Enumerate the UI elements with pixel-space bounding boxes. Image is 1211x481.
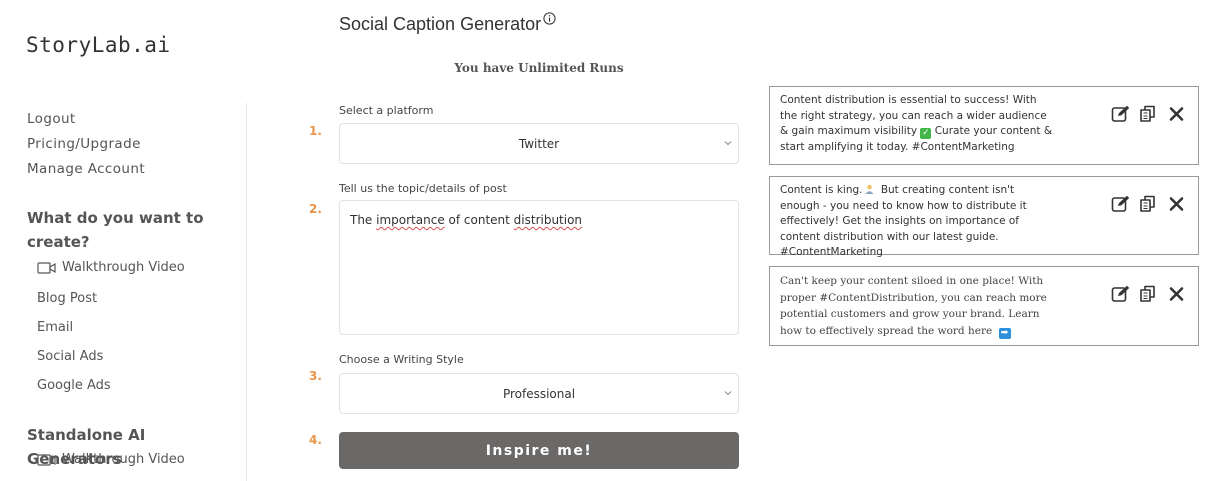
logo[interactable]: StoryLab.ai xyxy=(26,33,171,57)
close-icon[interactable] xyxy=(1167,195,1186,213)
runs-status: You have Unlimited Runs xyxy=(454,61,624,75)
create-heading: What do you want to create? xyxy=(27,206,227,254)
caption-actions xyxy=(1111,195,1186,213)
sidebar-item-google-ads[interactable]: Google Ads xyxy=(37,378,111,393)
writing-style-label: Choose a Writing Style xyxy=(339,353,464,366)
info-icon[interactable] xyxy=(543,12,556,25)
platform-label: Select a platform xyxy=(339,104,434,117)
caption-actions xyxy=(1111,105,1186,123)
sidebar-item-label: Walkthrough Video xyxy=(62,260,185,275)
sidebar-item-label: Walkthrough Video xyxy=(62,452,185,467)
writing-style-select-value: Professional xyxy=(502,386,576,401)
caption-text: Content distribution is essential to suc… xyxy=(780,93,1055,155)
step-number-1: 1. xyxy=(309,124,322,138)
platform-select[interactable]: Twitter xyxy=(339,123,739,164)
check-mark-icon: ✓ xyxy=(920,128,932,139)
step-number-3: 3. xyxy=(309,369,322,383)
create-heading-line1: What do you want to xyxy=(27,209,204,227)
inspire-me-button[interactable]: Inspire me! xyxy=(339,432,739,469)
close-icon[interactable] xyxy=(1167,105,1186,123)
caption-card-2: Content is king. But creating content is… xyxy=(769,176,1199,258)
edit-icon[interactable] xyxy=(1111,285,1130,303)
copy-icon[interactable] xyxy=(1139,195,1158,213)
chevron-down-icon xyxy=(724,141,732,146)
caption-card-3: Can't keep your content siloed in one pl… xyxy=(769,266,1199,346)
close-icon[interactable] xyxy=(1167,285,1186,303)
caption-text: Can't keep your content siloed in one pl… xyxy=(780,273,1055,339)
sidebar-item-standalone-walkthrough-video[interactable]: Walkthrough Video xyxy=(37,452,185,467)
video-camera-icon xyxy=(37,453,56,466)
topic-label: Tell us the topic/details of post xyxy=(339,182,507,195)
right-arrow-emoji-icon: ➡ xyxy=(998,327,1011,339)
sidebar-item-walkthrough-video[interactable]: Walkthrough Video xyxy=(37,260,185,275)
logout-link[interactable]: Logout xyxy=(27,111,76,127)
edit-icon[interactable] xyxy=(1111,105,1130,123)
create-heading-line2: create? xyxy=(27,233,90,251)
topic-text-part: of content xyxy=(444,213,514,227)
writing-style-select[interactable]: Professional xyxy=(339,373,739,414)
step-number-2: 2. xyxy=(309,202,322,216)
step-number-4: 4. xyxy=(309,433,322,447)
caption-text-part: Content is king. xyxy=(780,184,863,196)
person-emoji-icon xyxy=(865,184,874,194)
sidebar-item-blog-post[interactable]: Blog Post xyxy=(37,291,97,306)
topic-text-part: The xyxy=(350,213,377,227)
caption-text: Content is king. But creating content is… xyxy=(780,183,1055,261)
topic-text-part: importance xyxy=(376,213,445,227)
platform-select-value: Twitter xyxy=(518,136,560,151)
topic-textarea[interactable]: The importance of content distribution xyxy=(339,200,739,335)
edit-icon[interactable] xyxy=(1111,195,1130,213)
sidebar-divider xyxy=(246,103,247,481)
sidebar-item-social-ads[interactable]: Social Ads xyxy=(37,349,103,364)
caption-card-1: Content distribution is essential to suc… xyxy=(769,86,1199,165)
video-camera-icon xyxy=(37,261,56,274)
topic-text-part: distribution xyxy=(513,213,583,227)
page-title: Social Caption Generator xyxy=(339,14,542,34)
chevron-down-icon xyxy=(724,391,732,396)
pricing-upgrade-link[interactable]: Pricing/Upgrade xyxy=(27,136,141,152)
caption-actions xyxy=(1111,285,1186,303)
copy-icon[interactable] xyxy=(1139,105,1158,123)
copy-icon[interactable] xyxy=(1139,285,1158,303)
sidebar-item-email[interactable]: Email xyxy=(37,320,73,335)
manage-account-link[interactable]: Manage Account xyxy=(27,161,145,177)
